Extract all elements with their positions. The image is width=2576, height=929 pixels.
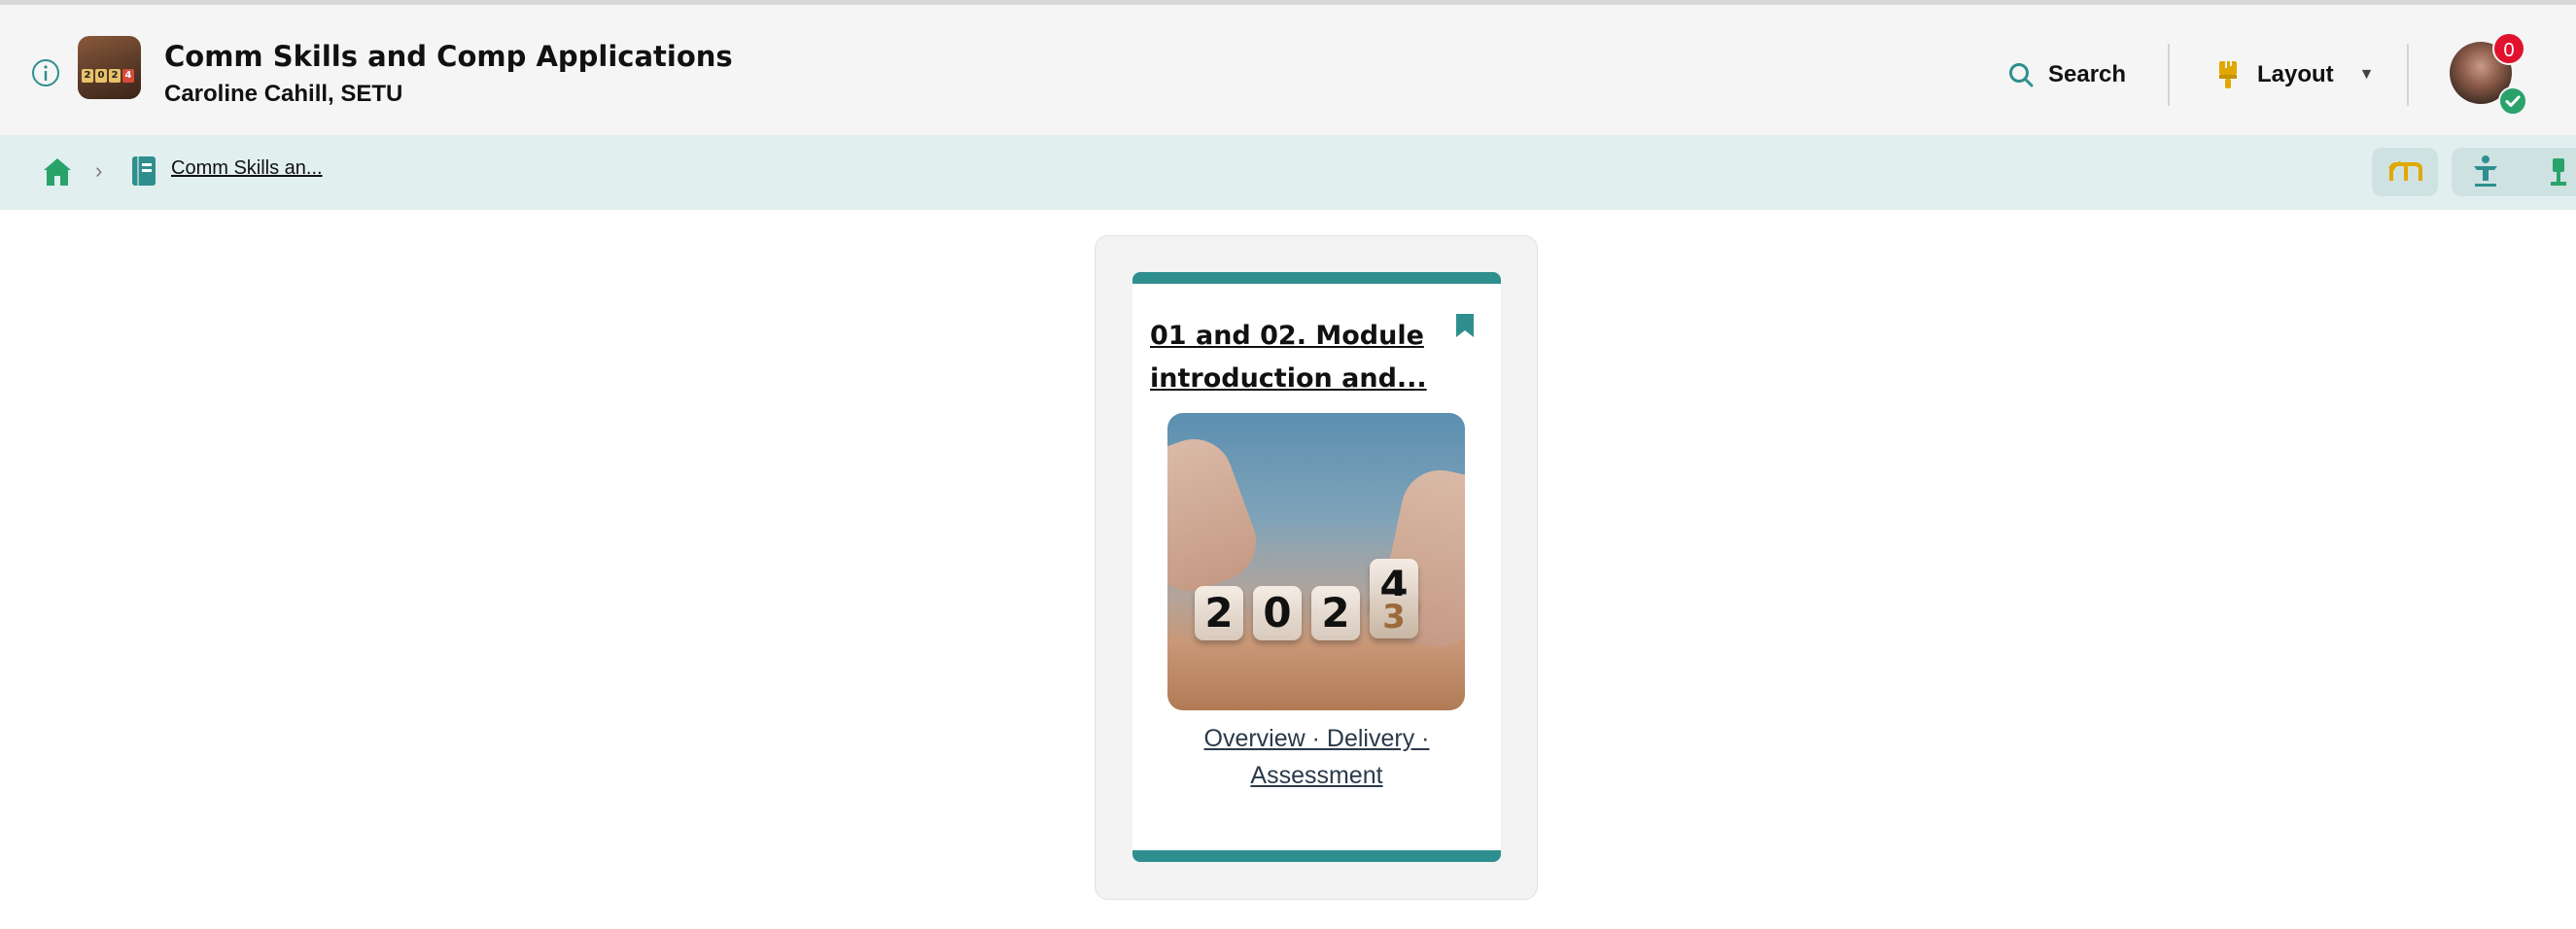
moodle-icon: [2388, 160, 2422, 181]
search-button[interactable]: Search: [2007, 55, 2126, 94]
dice-digit: 0: [1253, 586, 1302, 640]
search-label: Search: [2048, 61, 2127, 87]
moodle-button[interactable]: [2372, 148, 2438, 196]
dice-digit: 2: [1195, 586, 1243, 640]
chevron-down-icon: ▼: [2358, 66, 2375, 83]
course-title: Comm Skills and Comp Applications: [164, 40, 733, 73]
info-icon[interactable]: [29, 56, 62, 89]
hand-left: [1167, 428, 1268, 602]
card-title-link[interactable]: 01 and 02. Module introduction and...: [1150, 315, 1442, 400]
accessibility-button[interactable]: [2452, 148, 2576, 196]
layout-label: Layout: [2257, 61, 2334, 87]
person-icon: [2551, 158, 2566, 186]
header-divider: [2407, 44, 2409, 106]
book-icon: [132, 156, 156, 186]
breadcrumb-separator-icon: ›: [95, 158, 103, 183]
download-icon: [2474, 155, 2497, 187]
app-header: 2 0 2 4 Comm Skills and Comp Application…: [0, 5, 2576, 135]
breadcrumb-bar: › Comm Skills an...: [0, 135, 2576, 210]
activity-card[interactable]: 01 and 02. Module introduction and... 2 …: [1132, 272, 1501, 862]
card-image[interactable]: 2 0 2 4 3: [1167, 413, 1465, 710]
notification-badge[interactable]: 0: [2492, 32, 2525, 65]
paint-brush-icon: [2219, 61, 2237, 88]
dice-digit: 2: [1311, 586, 1360, 640]
card-description-link[interactable]: Overview · Delivery · Assessment: [1152, 720, 1481, 794]
breadcrumb-course-link[interactable]: Comm Skills an...: [171, 157, 323, 180]
dice-digit: 3: [1370, 596, 1418, 638]
course-logo: 2 0 2 4: [78, 36, 141, 99]
bookmark-icon[interactable]: [1455, 313, 1475, 338]
user-menu[interactable]: 0: [2450, 32, 2527, 116]
home-icon[interactable]: [41, 155, 74, 189]
search-icon: [2009, 63, 2034, 87]
layout-dropdown[interactable]: Layout ▼: [2216, 55, 2375, 94]
course-subtitle: Caroline Cahill, SETU: [164, 81, 403, 107]
header-divider: [2168, 44, 2170, 106]
online-status-icon: [2498, 86, 2527, 116]
